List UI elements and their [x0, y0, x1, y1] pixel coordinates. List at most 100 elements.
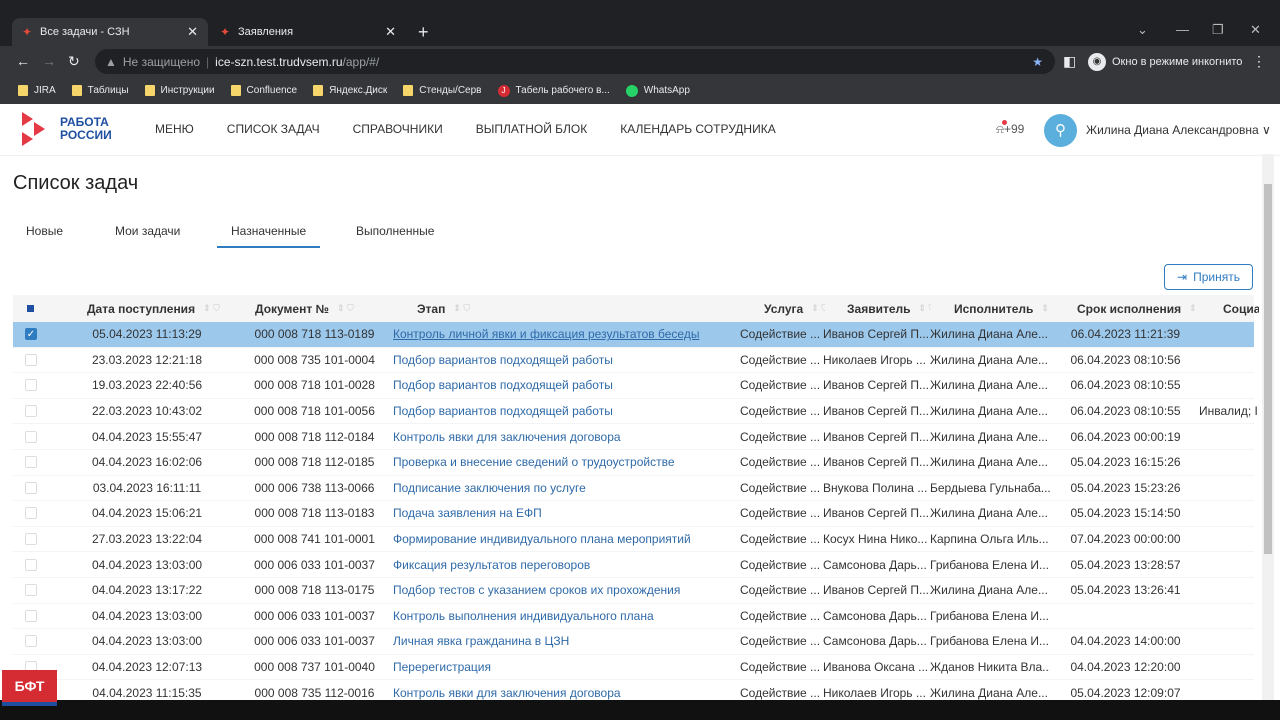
- bookmark-item[interactable]: Таблицы: [71, 85, 129, 96]
- sort-icon[interactable]: ⇕ ⛉: [203, 303, 220, 314]
- bookmark-item[interactable]: Стенды/Серв: [403, 85, 482, 96]
- table-row[interactable]: 04.04.2023 13:03:00 000 006 033 101-0037 Ф…: [13, 552, 1254, 578]
- select-all-checkbox[interactable]: [27, 295, 47, 322]
- sort-icon[interactable]: ⇕ ⛉: [919, 303, 932, 314]
- browser-tab-applications[interactable]: ✦ Заявления ✕: [210, 18, 406, 46]
- avatar[interactable]: ⚲: [1044, 114, 1077, 147]
- tab-my-tasks[interactable]: Мои задачи: [115, 224, 180, 238]
- restore-icon[interactable]: ❐: [1212, 22, 1224, 38]
- column-header[interactable]: Социа: [1223, 295, 1259, 322]
- table-row[interactable]: 04.04.2023 15:06:21 000 008 718 113-0183 П…: [13, 501, 1254, 527]
- logo[interactable]: РАБОТА РОССИИ: [20, 112, 112, 146]
- cell-stage[interactable]: Проверка и внесение сведений о трудоустр…: [393, 450, 743, 475]
- row-checkbox[interactable]: [25, 501, 45, 526]
- close-window-icon[interactable]: ✕: [1250, 22, 1261, 38]
- row-checkbox[interactable]: [25, 476, 45, 501]
- new-tab-button[interactable]: +: [418, 22, 429, 43]
- tab-completed[interactable]: Выполненные: [356, 224, 434, 238]
- cell-stage[interactable]: Подбор вариантов подходящей работы: [393, 399, 743, 424]
- column-header[interactable]: Заявитель ⇕ ⛉: [847, 295, 931, 322]
- column-header[interactable]: Этап ⇕ ⛉: [417, 295, 743, 322]
- bookmark-star-icon[interactable]: ★: [1032, 55, 1043, 69]
- bookmark-item[interactable]: J Табель рабочего в...: [497, 84, 610, 97]
- menu-item-payments[interactable]: ВЫПЛАТНОЙ БЛОК: [476, 122, 588, 136]
- cell-stage[interactable]: Контроль личной явки и фиксация результа…: [393, 322, 743, 347]
- table-row[interactable]: 04.04.2023 11:15:35 000 008 735 112-0016 К…: [13, 680, 1254, 700]
- close-tab-icon[interactable]: ✕: [385, 24, 396, 40]
- user-menu[interactable]: Жилина Диана Александровна ∨: [1086, 123, 1271, 137]
- table-row[interactable]: 04.04.2023 16:02:06 000 008 718 112-0185 П…: [13, 450, 1254, 476]
- bookmark-item[interactable]: JIRA: [18, 85, 56, 96]
- row-checkbox[interactable]: [25, 604, 45, 629]
- scrollbar-thumb[interactable]: [1264, 184, 1272, 554]
- incognito-indicator[interactable]: ◉ Окно в режиме инкогнито: [1088, 50, 1242, 73]
- sort-icon[interactable]: ⇕ ⛉: [811, 303, 825, 314]
- scrollbar[interactable]: [1262, 154, 1274, 700]
- accept-button[interactable]: ⇥ Принять: [1164, 264, 1253, 290]
- cell-stage[interactable]: Контроль явки для заключения договора: [393, 424, 743, 449]
- row-checkbox[interactable]: ✓: [25, 322, 45, 347]
- row-checkbox[interactable]: [25, 552, 45, 577]
- bookmark-item[interactable]: Инструкции: [144, 85, 215, 96]
- row-checkbox[interactable]: [25, 629, 45, 654]
- row-checkbox[interactable]: [25, 578, 45, 603]
- menu-item-tasks[interactable]: СПИСОК ЗАДАЧ: [227, 122, 320, 136]
- forward-icon[interactable]: →: [42, 53, 56, 69]
- cell-stage[interactable]: Контроль выполнения индивидуального план…: [393, 604, 743, 629]
- table-row[interactable]: 04.04.2023 13:03:00 000 006 033 101-0037 Л…: [13, 629, 1254, 655]
- bookmark-item[interactable]: Confluence: [230, 85, 297, 96]
- sort-icon[interactable]: ⇕ ⛉: [337, 303, 354, 314]
- tab-assigned[interactable]: Назначенные: [217, 224, 321, 248]
- menu-item-menu[interactable]: МЕНЮ: [155, 122, 194, 136]
- table-row[interactable]: 23.03.2023 12:21:18 000 008 735 101-0004 П…: [13, 348, 1254, 374]
- close-tab-icon[interactable]: ✕: [187, 24, 198, 40]
- menu-item-calendar[interactable]: КАЛЕНДАРЬ СОТРУДНИКА: [620, 122, 775, 136]
- row-checkbox[interactable]: [25, 399, 45, 424]
- table-row[interactable]: 04.04.2023 15:55:47 000 008 718 112-0184 К…: [13, 424, 1254, 450]
- row-checkbox[interactable]: [25, 348, 45, 373]
- table-row[interactable]: 03.04.2023 16:11:11 000 006 738 113-0066 П…: [13, 476, 1254, 502]
- table-row[interactable]: 04.04.2023 13:17:22 000 008 718 113-0175 П…: [13, 578, 1254, 604]
- column-header[interactable]: Срок исполнения ⇕ ⛉: [1077, 295, 1198, 322]
- sort-icon[interactable]: ⇕ ⛉: [1189, 303, 1198, 314]
- cell-stage[interactable]: Перерегистрация: [393, 655, 743, 680]
- table-row[interactable]: 22.03.2023 10:43:02 000 008 718 101-0056 П…: [13, 399, 1258, 425]
- cell-stage[interactable]: Подбор вариантов подходящей работы: [393, 373, 743, 398]
- tab-search-icon[interactable]: ⌄: [1137, 22, 1148, 38]
- cell-stage[interactable]: Фиксация результатов переговоров: [393, 552, 743, 577]
- browser-tab-all-tasks[interactable]: ✦ Все задачи - СЗН ✕: [12, 18, 208, 46]
- cell-stage[interactable]: Подбор вариантов подходящей работы: [393, 348, 743, 373]
- column-header[interactable]: Услуга ⇕ ⛉: [764, 295, 825, 322]
- row-checkbox[interactable]: [25, 527, 45, 552]
- column-header[interactable]: Исполнитель ⇕ ⛉: [954, 295, 1050, 322]
- column-header[interactable]: Дата поступления ⇕ ⛉: [87, 295, 231, 322]
- row-checkbox[interactable]: [25, 424, 45, 449]
- minimize-icon[interactable]: —: [1176, 22, 1189, 37]
- reload-icon[interactable]: ↻: [68, 53, 80, 70]
- row-checkbox[interactable]: [25, 450, 45, 475]
- back-icon[interactable]: ←: [16, 53, 30, 69]
- sort-icon[interactable]: ⇕ ⛉: [453, 303, 470, 314]
- side-panel-icon[interactable]: ◧: [1063, 53, 1076, 70]
- table-row[interactable]: 19.03.2023 22:40:56 000 008 718 101-0028 П…: [13, 373, 1254, 399]
- sort-icon[interactable]: ⇕ ⛉: [1041, 303, 1050, 314]
- cell-stage[interactable]: Подбор тестов с указанием сроков их прох…: [393, 578, 743, 603]
- address-bar[interactable]: ▲ Не защищено | ice-szn.test.trudvsem.ru…: [95, 49, 1055, 74]
- cell-stage[interactable]: Личная явка гражданина в ЦЗН: [393, 629, 743, 654]
- table-row[interactable]: ✓ 05.04.2023 11:13:29 000 008 718 113-0189…: [13, 322, 1254, 348]
- row-checkbox[interactable]: [25, 373, 45, 398]
- browser-menu-icon[interactable]: ⋮: [1252, 53, 1266, 70]
- menu-item-references[interactable]: СПРАВОЧНИКИ: [353, 122, 443, 136]
- bookmark-item[interactable]: Яндекс.Диск: [313, 85, 387, 96]
- table-row[interactable]: 27.03.2023 13:22:04 000 008 741 101-0001 Ф…: [13, 527, 1254, 553]
- cell-stage[interactable]: Подача заявления на ЕФП: [393, 501, 743, 526]
- table-row[interactable]: 04.04.2023 13:03:00 000 006 033 101-0037 К…: [13, 604, 1254, 630]
- cell-stage[interactable]: Контроль явки для заключения договора: [393, 680, 743, 700]
- cell-stage[interactable]: Подписание заключения по услуге: [393, 476, 743, 501]
- column-header[interactable]: Документ № ⇕ ⛉: [255, 295, 398, 322]
- bookmark-item[interactable]: WhatsApp: [625, 84, 690, 97]
- tab-new[interactable]: Новые: [26, 224, 63, 238]
- cell-stage[interactable]: Формирование индивидуального плана мероп…: [393, 527, 743, 552]
- notifications-button[interactable]: ⍾ +99: [996, 120, 1024, 137]
- table-row[interactable]: 04.04.2023 12:07:13 000 008 737 101-0040 П…: [13, 655, 1254, 681]
